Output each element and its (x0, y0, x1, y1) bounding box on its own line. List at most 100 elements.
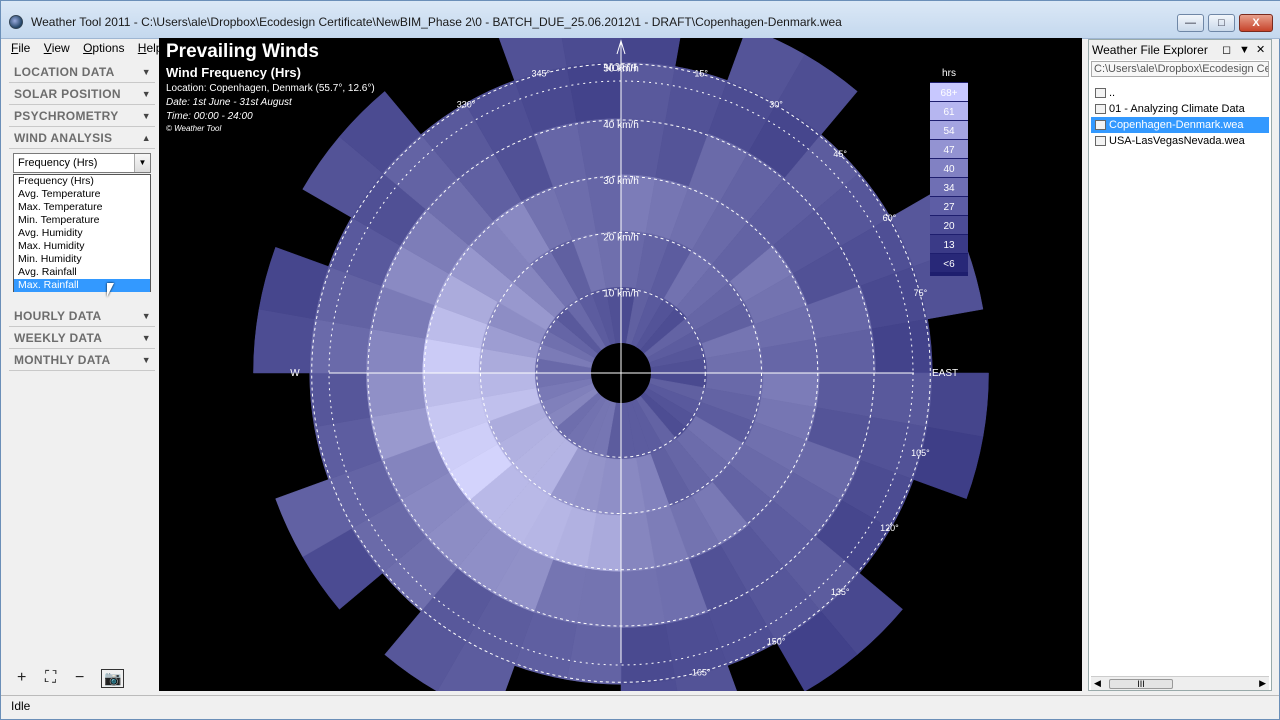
scroll-left-icon[interactable]: ◀ (1094, 678, 1101, 689)
legend-value: 47 (943, 145, 955, 156)
app-logo-icon (9, 15, 23, 29)
legend-title: hrs (942, 68, 956, 79)
section-hourly-data[interactable]: HOURLY DATA ▼ (9, 305, 155, 327)
file-list-item[interactable]: USA-LasVegasNevada.wea (1091, 133, 1269, 149)
explorer-header: Weather File Explorer ◻ ▼ ✕ (1089, 40, 1271, 60)
chevron-down-icon[interactable]: ▼ (134, 154, 150, 172)
expand-icon: ▼ (141, 311, 151, 321)
angle-label: 120° (880, 523, 899, 533)
close-icon[interactable]: ✕ (1256, 40, 1265, 60)
ring-label: 20 km/h (603, 232, 639, 243)
menu-options[interactable]: Options (81, 41, 126, 55)
angle-label: 330° (457, 100, 476, 110)
file-icon (1095, 120, 1106, 130)
west-label: W (290, 368, 300, 379)
chart-location: Location: Copenhagen, Denmark (55.7°, 12… (166, 83, 375, 94)
section-location-data[interactable]: LOCATION DATA ▼ (9, 61, 155, 83)
file-list-label: .. (1109, 87, 1116, 99)
title-bar[interactable]: Weather Tool 2011 - C:\Users\ale\Dropbox… (1, 1, 1280, 39)
legend-value: <6 (943, 259, 955, 270)
legend-value: 54 (943, 126, 955, 137)
menu-view[interactable]: View (42, 41, 72, 55)
mouse-cursor-icon (107, 283, 114, 297)
section-label: LOCATION DATA (14, 65, 115, 79)
zoom-in-icon[interactable]: + (17, 669, 26, 687)
fit-view-icon[interactable]: ⛶ (45, 669, 56, 687)
section-label: HOURLY DATA (14, 309, 102, 323)
minimize-button[interactable]: — (1177, 14, 1204, 32)
wind-rose-canvas[interactable]: 10 km/h 20 km/h 30 km/h 40 km/h 50 km/h NORTH… (159, 38, 1082, 691)
weather-file-explorer: Weather File Explorer ◻ ▼ ✕ C:\Users\ale… (1088, 39, 1272, 691)
menu-help-key: H (137, 41, 147, 55)
wind-data-select-value: Frequency (Hrs) (18, 157, 98, 169)
dropdown-option[interactable]: Max. Temperature (14, 201, 150, 214)
ring-label: 10 km/h (603, 289, 639, 300)
status-text: Idle (11, 699, 31, 713)
file-list-item[interactable]: 01 - Analyzing Climate Data (1091, 101, 1269, 117)
file-icon (1095, 136, 1106, 146)
menu-options-key: O (83, 41, 93, 55)
wind-rose-cell (927, 372, 989, 438)
ring-label: 40 km/h (603, 120, 639, 131)
section-monthly-data[interactable]: MONTHLY DATA ▼ (9, 349, 155, 371)
expand-icon: ▼ (141, 89, 151, 99)
section-label: MONTHLY DATA (14, 353, 111, 367)
menu-file[interactable]: File (9, 41, 32, 55)
angle-label: 135° (831, 587, 850, 597)
expand-icon: ▼ (141, 333, 151, 343)
menu-view-key: V (43, 41, 52, 55)
expand-icon: ▼ (141, 355, 151, 365)
section-wind-analysis[interactable]: WIND ANALYSIS ▲ (9, 127, 155, 149)
legend-value: 34 (943, 183, 955, 194)
wind-data-dropdown-list: Frequency (Hrs) Avg. Temperature Max. Temp… (13, 174, 151, 292)
section-weekly-data[interactable]: WEEKLY DATA ▼ (9, 327, 155, 349)
explorer-path-field[interactable]: C:\Users\ale\Dropbox\Ecodesign Ce (1091, 61, 1269, 77)
dropdown-option[interactable]: Avg. Rainfall (14, 266, 150, 279)
file-list-item[interactable]: Copenhagen-Denmark.wea (1091, 117, 1269, 133)
menu-file-key: F (11, 41, 19, 55)
dropdown-option[interactable]: Max. Humidity (14, 240, 150, 253)
close-button[interactable]: X (1239, 14, 1273, 32)
file-list-label: Copenhagen-Denmark.wea (1109, 119, 1244, 131)
section-solar-position[interactable]: SOLAR POSITION ▼ (9, 83, 155, 105)
chart-date: Date: 1st June - 31st August (166, 97, 292, 108)
scroll-right-icon[interactable]: ▶ (1259, 678, 1266, 689)
horizontal-scrollbar[interactable]: ◀ III ▶ (1091, 676, 1269, 690)
east-label: EAST (932, 368, 958, 379)
legend-value: 40 (943, 164, 955, 175)
maximize-button[interactable]: □ (1208, 14, 1235, 32)
legend-value: 20 (943, 221, 955, 232)
left-panel: LOCATION DATA ▼ SOLAR POSITION ▼ PSYCHROME… (9, 61, 155, 691)
folder-icon (1095, 104, 1106, 114)
dropdown-option[interactable]: Max. Rainfall (14, 279, 150, 292)
section-psychrometry[interactable]: PSYCHROMETRY ▼ (9, 105, 155, 127)
angle-label: 105° (911, 448, 930, 458)
section-label: WEEKLY DATA (14, 331, 103, 345)
legend-value: 13 (943, 240, 955, 251)
ring-label: 30 km/h (603, 176, 639, 187)
file-list-item[interactable]: .. (1091, 85, 1269, 101)
wind-rose-cell (620, 623, 676, 685)
chart-time: Time: 00:00 - 24:00 (166, 111, 253, 122)
dropdown-option[interactable]: Frequency (Hrs) (14, 175, 150, 188)
section-label: SOLAR POSITION (14, 87, 121, 101)
dropdown-icon[interactable]: ▼ (1239, 40, 1250, 60)
wind-rose-cell (309, 372, 371, 428)
scroll-thumb[interactable]: III (1109, 679, 1173, 689)
angle-label: 45° (833, 149, 847, 159)
angle-label: 15° (694, 69, 708, 79)
angle-label: 150° (767, 636, 786, 646)
dropdown-option[interactable]: Min. Humidity (14, 253, 150, 266)
folder-icon (1095, 88, 1106, 98)
dropdown-option[interactable]: Avg. Temperature (14, 188, 150, 201)
expand-icon: ▼ (141, 111, 151, 121)
file-list-label: 01 - Analyzing Climate Data (1109, 103, 1245, 115)
wind-data-select[interactable]: Frequency (Hrs) ▼ (13, 153, 151, 173)
dropdown-option[interactable]: Avg. Humidity (14, 227, 150, 240)
camera-icon[interactable]: 📷 (101, 669, 125, 688)
zoom-out-icon[interactable]: − (75, 669, 84, 687)
angle-label: 30° (769, 100, 783, 110)
dropdown-option[interactable]: Min. Temperature (14, 214, 150, 227)
expand-icon: ▼ (141, 67, 151, 77)
dock-icon[interactable]: ◻ (1222, 40, 1231, 60)
